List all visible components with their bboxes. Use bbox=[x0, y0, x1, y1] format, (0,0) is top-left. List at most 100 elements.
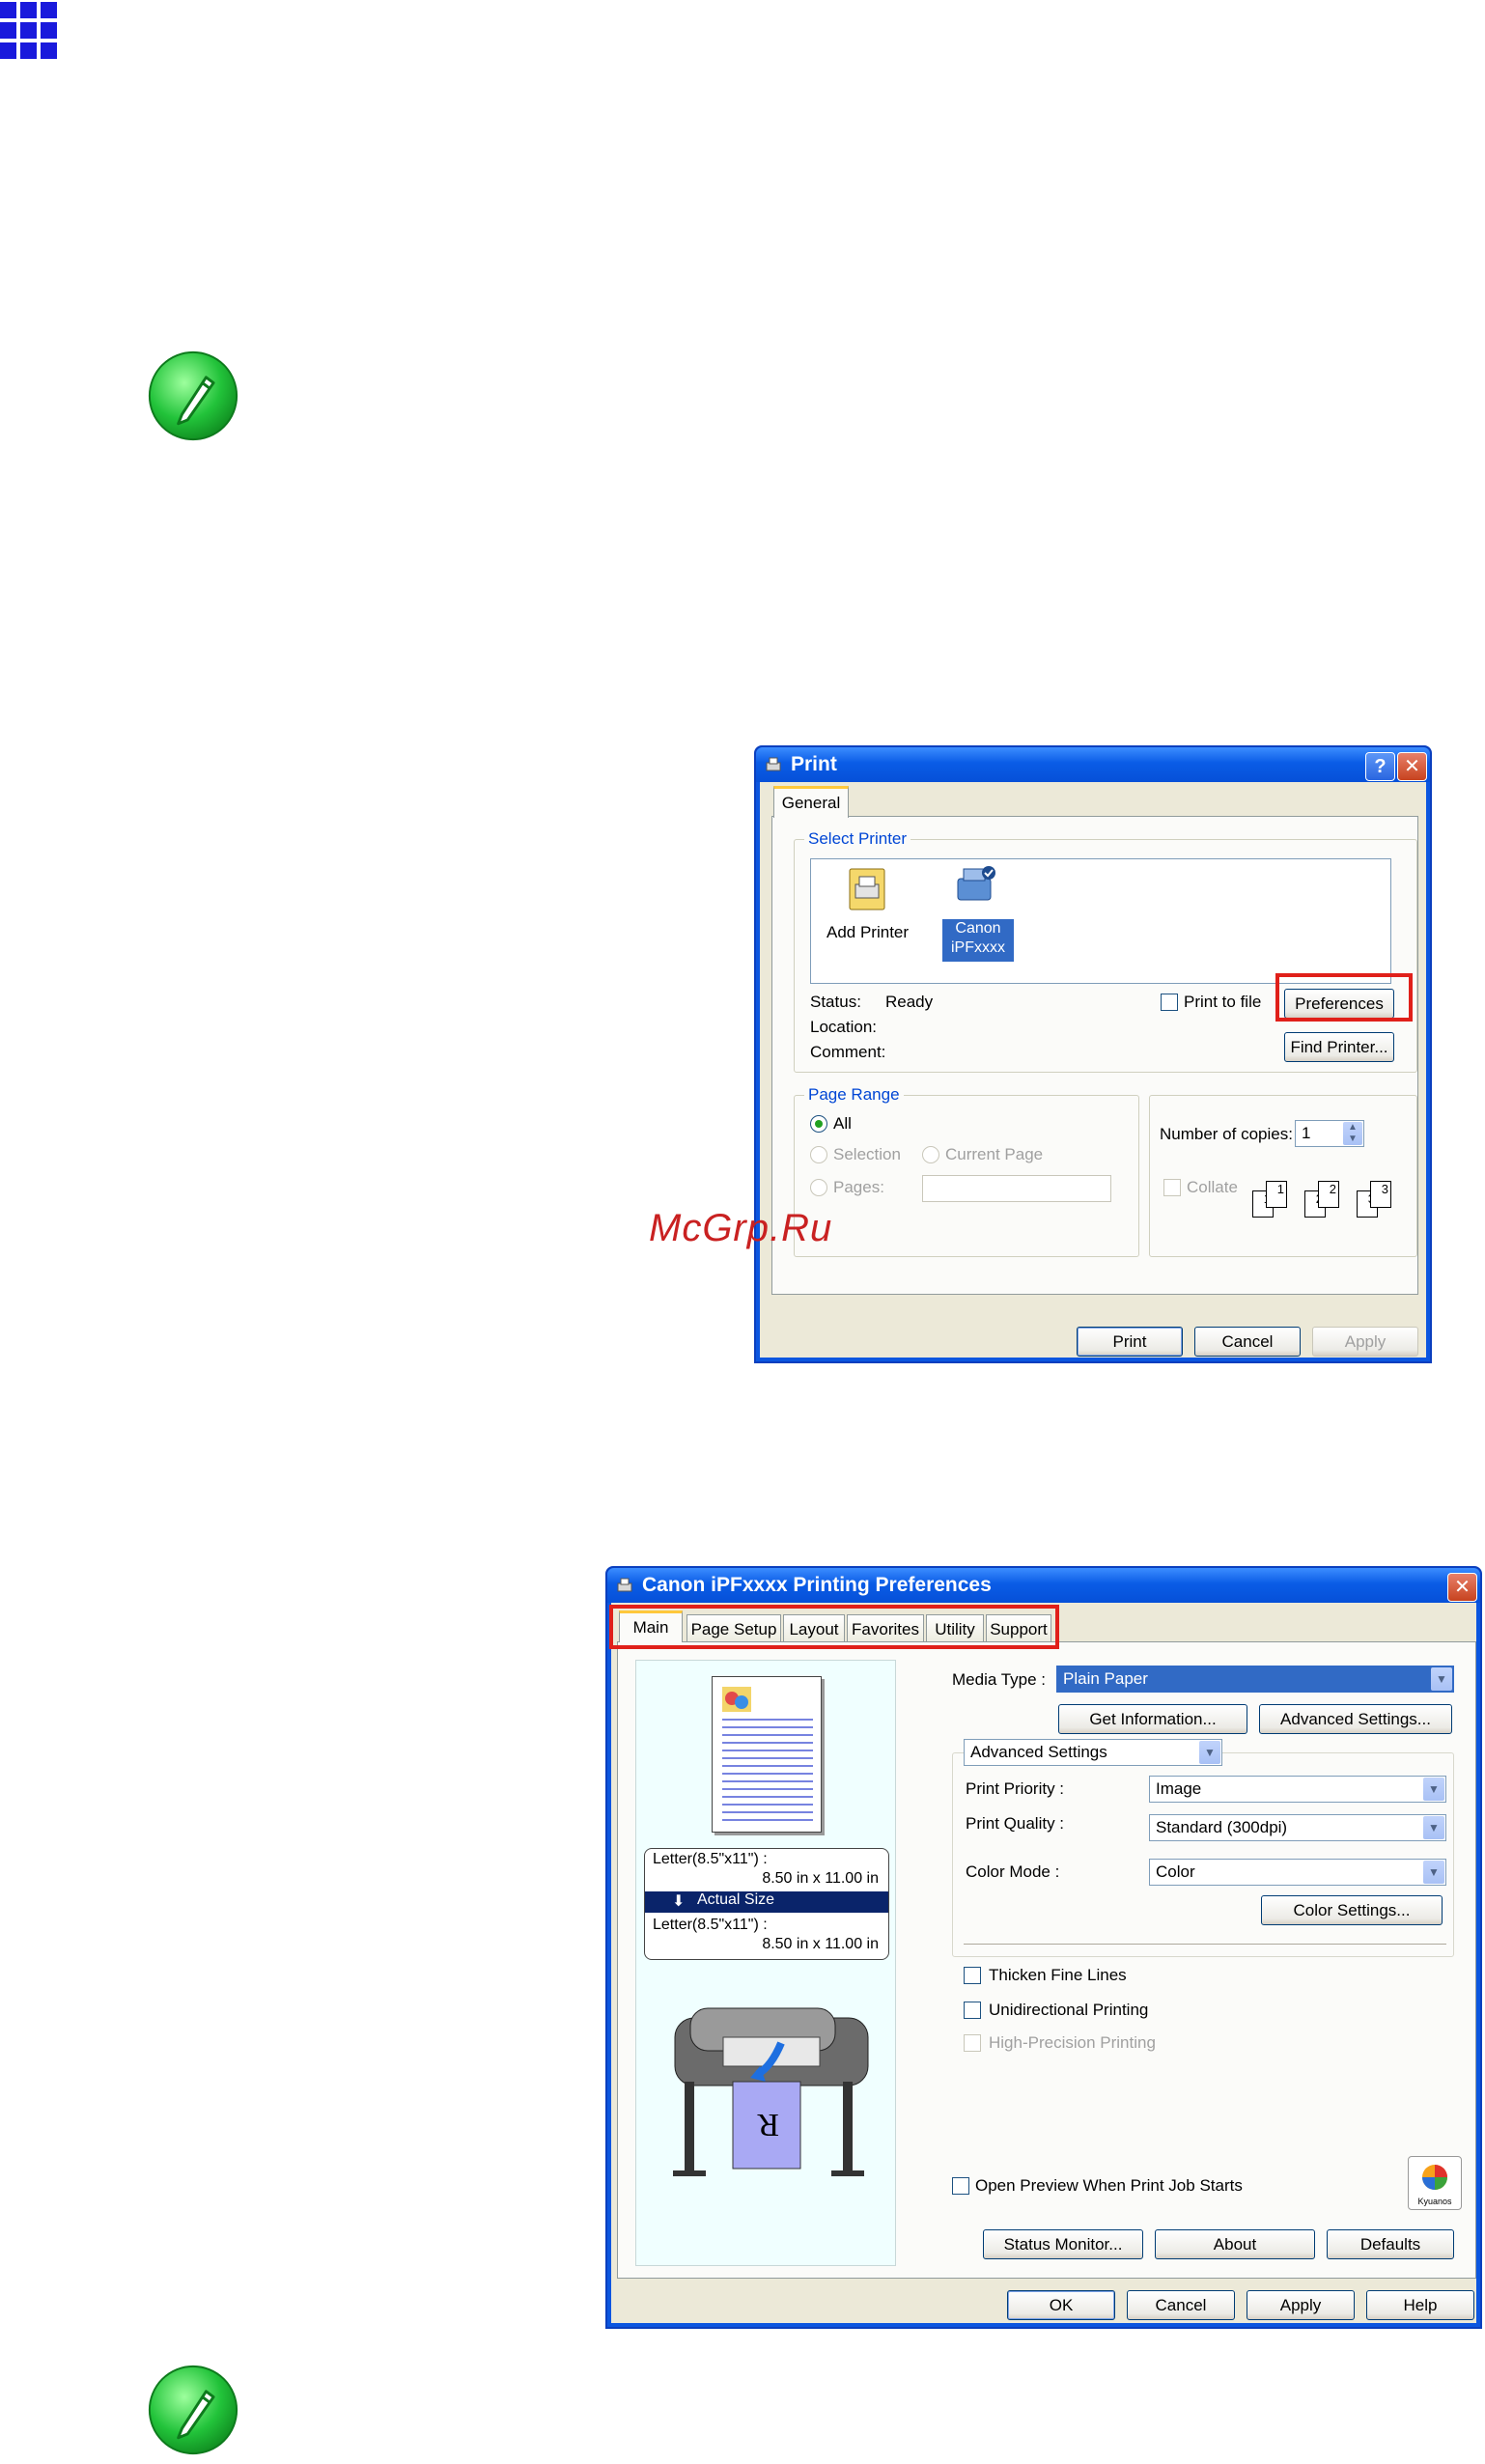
status-value: Ready bbox=[885, 993, 934, 1011]
chevron-down-icon[interactable]: ▼ bbox=[1423, 1778, 1444, 1801]
apply-button[interactable]: Apply bbox=[1312, 1327, 1418, 1357]
watermark-text: McGrp.Ru bbox=[649, 1207, 833, 1249]
select-printer-group: Select Printer Add Printer Canon iPFxxxx bbox=[794, 829, 1417, 1073]
color-mode-label: Color Mode : bbox=[966, 1862, 1060, 1881]
color-mode-value: Color bbox=[1156, 1862, 1195, 1881]
current-page-label: Current Page bbox=[945, 1145, 1044, 1163]
close-button[interactable]: ✕ bbox=[1397, 752, 1427, 781]
preferences-highlight-box bbox=[1275, 973, 1413, 1022]
thicken-fine-lines-label: Thicken Fine Lines bbox=[989, 1966, 1127, 1984]
status-monitor-button[interactable]: Status Monitor... bbox=[983, 2229, 1143, 2259]
kyuanos-logo-icon bbox=[1422, 2165, 1447, 2190]
pages-radio[interactable] bbox=[810, 1179, 827, 1196]
add-printer-icon[interactable] bbox=[844, 865, 890, 913]
add-printer-label: Add Printer bbox=[827, 923, 910, 941]
cancel-button[interactable]: Cancel bbox=[1194, 1327, 1301, 1357]
help-button[interactable]: ? bbox=[1365, 752, 1395, 781]
preferences-titlebar[interactable]: Canon iPFxxxx Printing Preferences bbox=[607, 1568, 1480, 1603]
print-quality-select[interactable]: Standard (300dpi) ▼ bbox=[1149, 1814, 1446, 1841]
high-precision-printing-label: High-Precision Printing bbox=[989, 2033, 1156, 2052]
preview-panel: Letter(8.5"x11") : 8.50 in x 11.00 in ⬇ … bbox=[635, 1660, 896, 2266]
print-priority-select[interactable]: Image ▼ bbox=[1149, 1776, 1446, 1803]
paper-output-dimensions: 8.50 in x 11.00 in bbox=[762, 1936, 879, 1952]
printer-icon bbox=[617, 1578, 632, 1592]
actual-size-label: Actual Size bbox=[697, 1891, 775, 1908]
cancel-button[interactable]: Cancel bbox=[1127, 2290, 1235, 2320]
paper-output-size: Letter(8.5"x11") : bbox=[653, 1917, 768, 1933]
selection-label: Selection bbox=[833, 1145, 901, 1163]
print-to-file-label: Print to file bbox=[1184, 993, 1262, 1011]
canon-printer-label[interactable]: Canon iPFxxxx bbox=[942, 919, 1014, 962]
select-printer-label: Select Printer bbox=[804, 829, 911, 849]
printing-preferences-dialog: Canon iPFxxxx Printing Preferences ✕ Mai… bbox=[605, 1566, 1482, 2329]
spinner-arrows-icon[interactable]: ▲ ▼ bbox=[1343, 1122, 1362, 1145]
apply-button[interactable]: Apply bbox=[1247, 2290, 1355, 2320]
chevron-down-icon[interactable]: ▼ bbox=[1423, 1816, 1444, 1839]
chevron-down-icon[interactable]: ▼ bbox=[1423, 1861, 1444, 1884]
ok-button[interactable]: OK bbox=[1007, 2290, 1115, 2320]
color-mode-select[interactable]: Color ▼ bbox=[1149, 1859, 1446, 1886]
collate-checkbox[interactable] bbox=[1163, 1179, 1181, 1196]
print-priority-value: Image bbox=[1156, 1779, 1202, 1798]
tab-general[interactable]: General bbox=[773, 786, 849, 818]
print-dialog-title: Print bbox=[791, 753, 837, 775]
pages-input[interactable] bbox=[922, 1175, 1111, 1202]
collate-page: 1 bbox=[1266, 1181, 1287, 1208]
open-preview-label: Open Preview When Print Job Starts bbox=[975, 2176, 1243, 2195]
print-button[interactable]: Print bbox=[1077, 1327, 1183, 1357]
help-button[interactable]: Help bbox=[1366, 2290, 1474, 2320]
printer-illustration: R bbox=[673, 2007, 869, 2176]
all-radio[interactable] bbox=[810, 1115, 827, 1133]
chevron-down-icon[interactable]: ▼ bbox=[1199, 1741, 1220, 1764]
number-of-copies-label: Number of copies: bbox=[1160, 1125, 1293, 1143]
collate-illustration: 1 1 2 2 3 3 bbox=[1252, 1179, 1407, 1227]
note-pencil-icon bbox=[148, 350, 238, 441]
canon-printer-icon[interactable] bbox=[952, 863, 998, 911]
paper-source-size: Letter(8.5"x11") : bbox=[653, 1851, 768, 1867]
main-tab-panel: Letter(8.5"x11") : 8.50 in x 11.00 in ⬇ … bbox=[617, 1641, 1476, 2279]
print-to-file-checkbox[interactable] bbox=[1161, 994, 1178, 1011]
printer-list[interactable]: Add Printer Canon iPFxxxx bbox=[810, 858, 1391, 984]
print-dialog: Print ? ✕ General Select Printer Add Pri… bbox=[754, 745, 1432, 1363]
tabs-highlight-box bbox=[609, 1605, 1059, 1649]
print-dialog-titlebar[interactable]: Print bbox=[756, 747, 1430, 782]
kyuanos-label: Kyuanos bbox=[1417, 2197, 1452, 2206]
media-type-select[interactable]: Plain Paper ▼ bbox=[1056, 1666, 1454, 1693]
settings-divider bbox=[964, 1944, 1446, 1946]
paper-source-dimensions: 8.50 in x 11.00 in bbox=[762, 1870, 879, 1887]
close-button[interactable]: ✕ bbox=[1447, 1573, 1477, 1602]
preferences-title: Canon iPFxxxx Printing Preferences bbox=[642, 1574, 992, 1596]
down-arrow-icon: ⬇ bbox=[672, 1893, 686, 1910]
unidirectional-printing-label: Unidirectional Printing bbox=[989, 2001, 1149, 2019]
collate-page: 2 bbox=[1318, 1181, 1339, 1208]
thicken-fine-lines-checkbox[interactable] bbox=[964, 1967, 981, 1984]
high-precision-printing-checkbox[interactable] bbox=[964, 2034, 981, 2052]
advanced-settings-button[interactable]: Advanced Settings... bbox=[1259, 1704, 1452, 1734]
chevron-down-icon[interactable]: ▼ bbox=[1431, 1667, 1452, 1691]
location-label: Location: bbox=[810, 1018, 877, 1036]
print-priority-label: Print Priority : bbox=[966, 1779, 1065, 1798]
media-type-label: Media Type : bbox=[952, 1670, 1047, 1689]
current-page-radio[interactable] bbox=[922, 1146, 939, 1163]
get-information-button[interactable]: Get Information... bbox=[1058, 1704, 1247, 1734]
canon-printer-model: iPFxxxx bbox=[951, 939, 1005, 956]
copies-value: 1 bbox=[1302, 1124, 1311, 1142]
open-preview-checkbox[interactable] bbox=[952, 2177, 969, 2195]
copies-spinner[interactable]: 1 ▲ ▼ bbox=[1295, 1120, 1364, 1147]
color-settings-button[interactable]: Color Settings... bbox=[1261, 1895, 1443, 1925]
page-preview-content bbox=[722, 1687, 813, 1821]
page-range-label: Page Range bbox=[804, 1085, 904, 1105]
mode-select[interactable]: Advanced Settings ▼ bbox=[964, 1739, 1222, 1766]
unidirectional-printing-checkbox[interactable] bbox=[964, 2002, 981, 2019]
printer-icon bbox=[766, 757, 781, 771]
paper-size-info: Letter(8.5"x11") : 8.50 in x 11.00 in ⬇ … bbox=[644, 1848, 889, 1960]
kyuanos-button[interactable]: Kyuanos bbox=[1408, 2156, 1462, 2210]
copies-group: Number of copies: 1 ▲▼ Collate 1 1 2 2 3… bbox=[1149, 1095, 1417, 1257]
find-printer-button[interactable]: Find Printer... bbox=[1284, 1032, 1394, 1062]
general-tab-panel: Select Printer Add Printer Canon iPFxxxx bbox=[771, 816, 1418, 1295]
about-button[interactable]: About bbox=[1155, 2229, 1315, 2259]
defaults-button[interactable]: Defaults bbox=[1327, 2229, 1454, 2259]
media-type-value: Plain Paper bbox=[1063, 1669, 1148, 1688]
selection-radio[interactable] bbox=[810, 1146, 827, 1163]
comment-label: Comment: bbox=[810, 1043, 886, 1061]
